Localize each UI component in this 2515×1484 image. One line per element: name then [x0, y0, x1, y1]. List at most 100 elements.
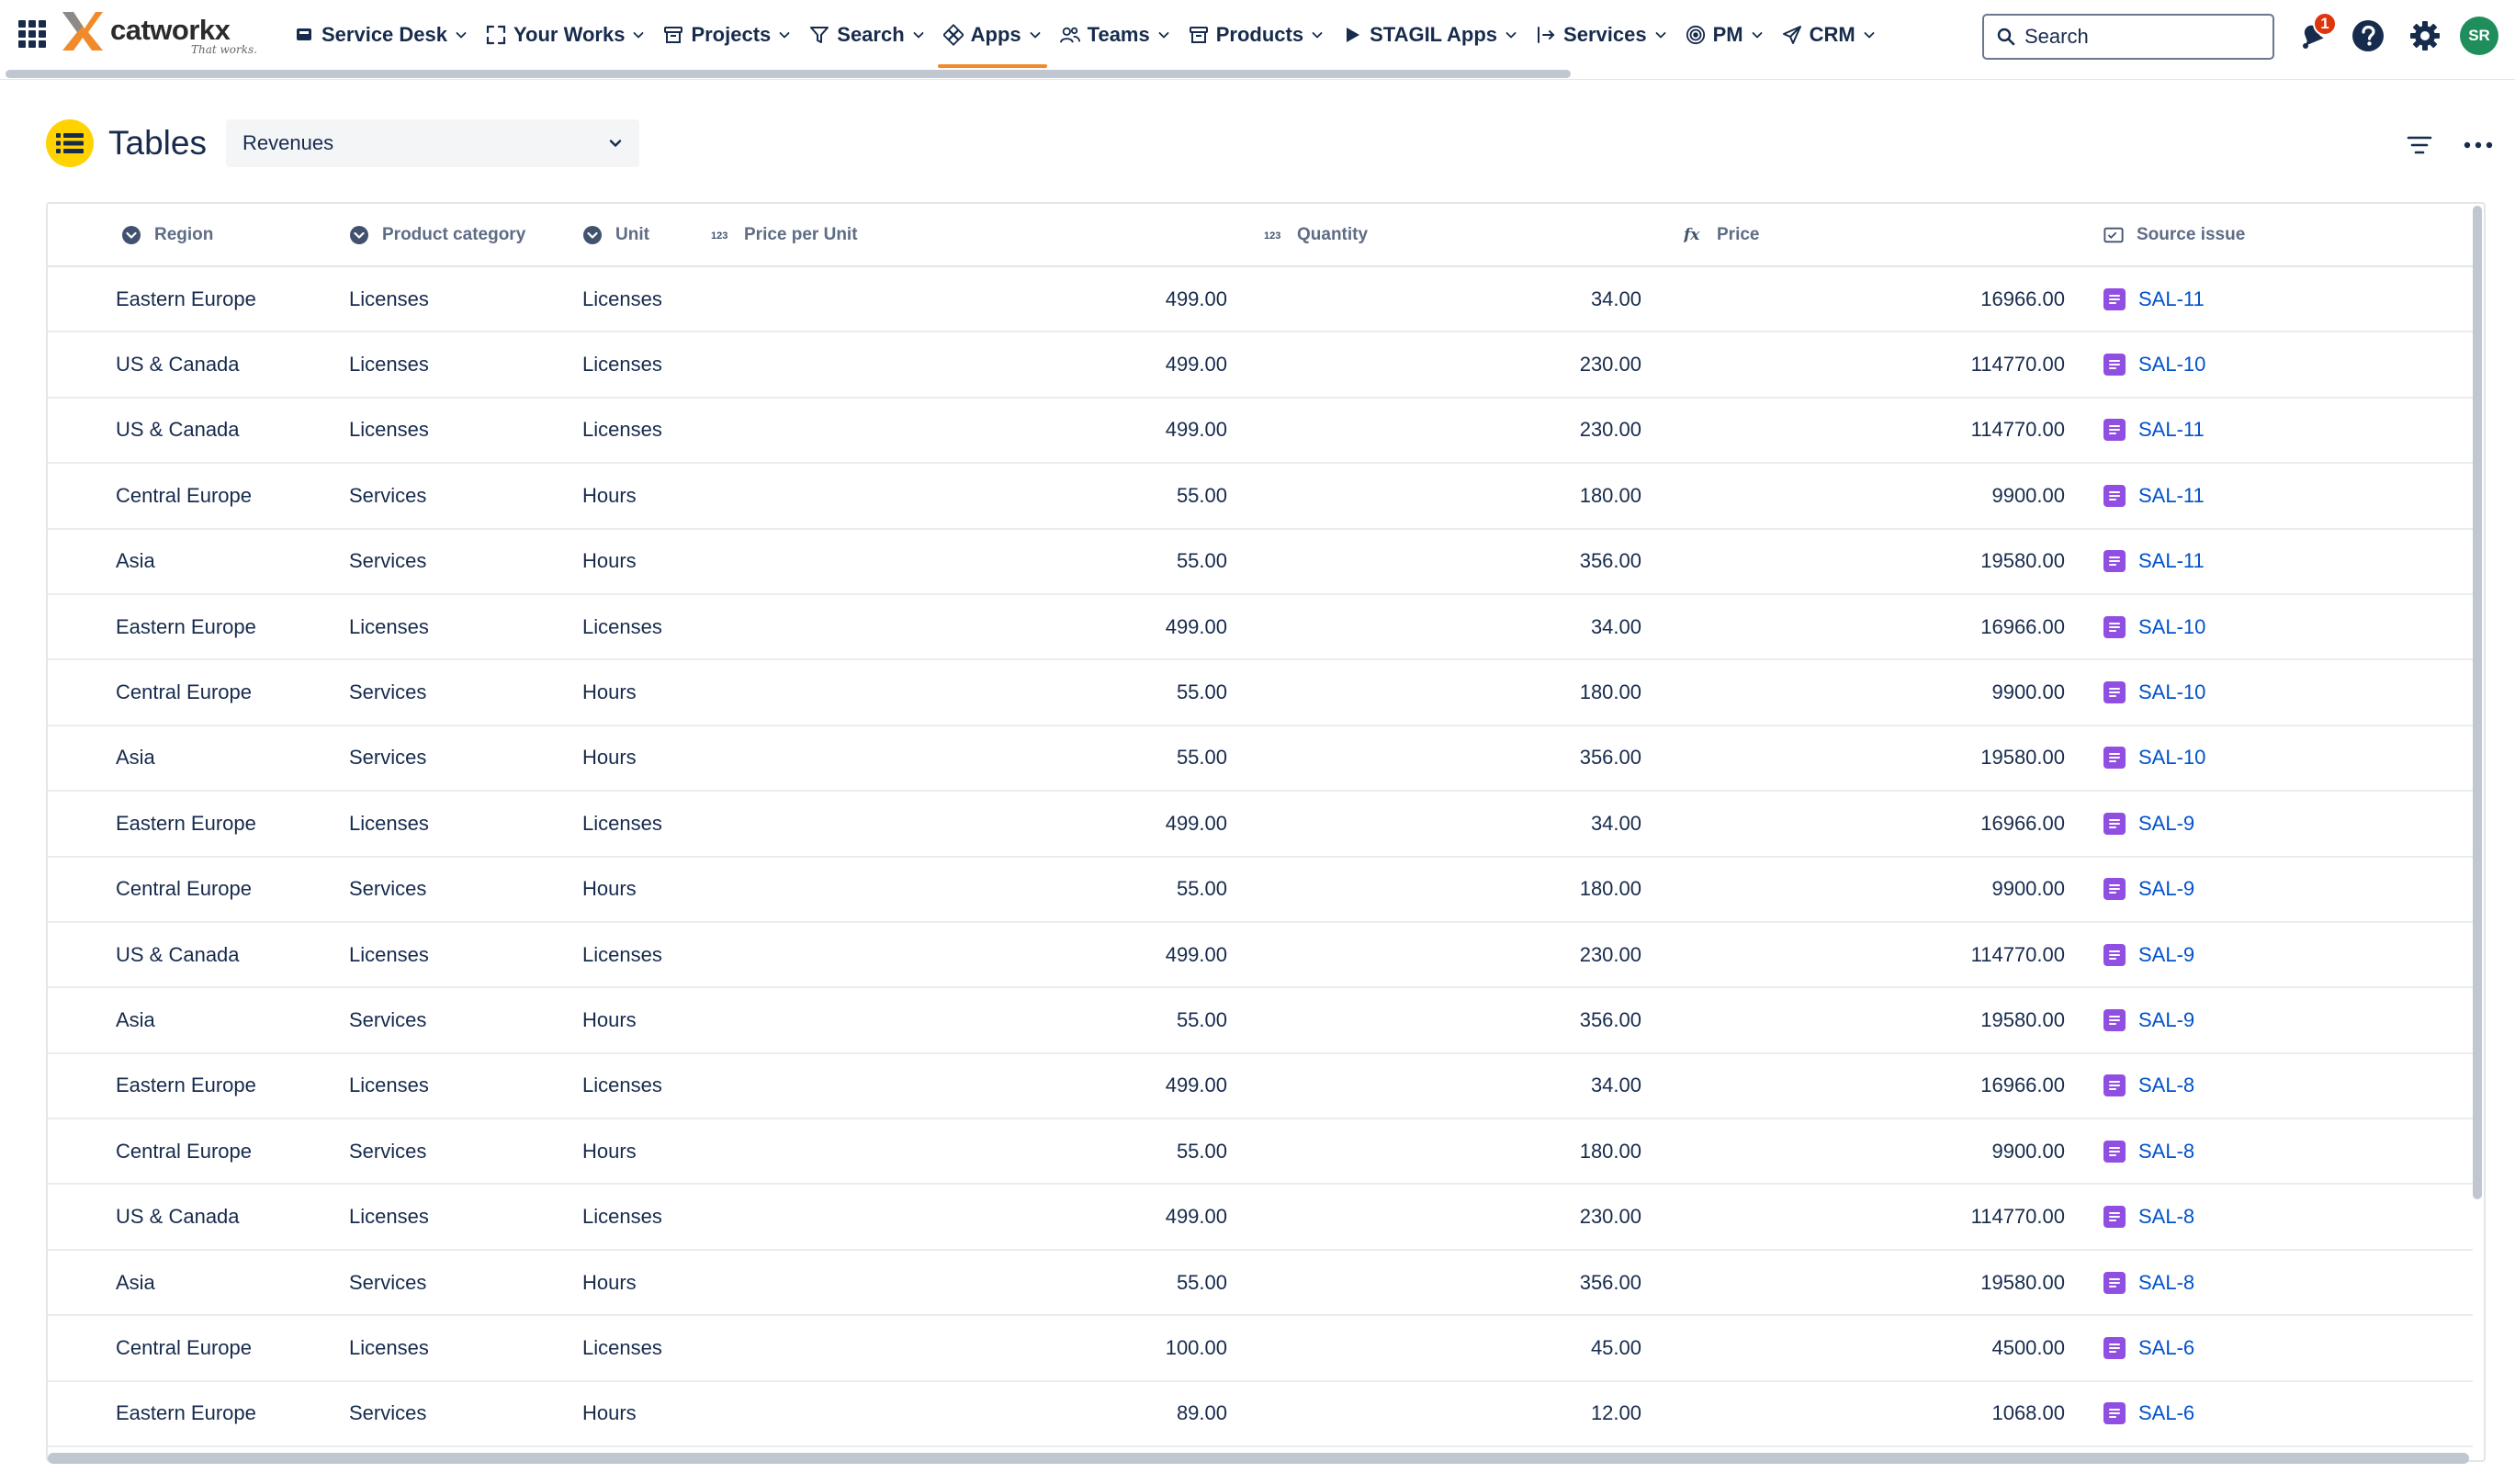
cell-source-issue[interactable]: SAL-6 — [2065, 1380, 2473, 1448]
cell-quantity[interactable]: 356.00 — [1227, 987, 1641, 1054]
cell-product-category[interactable]: Services — [349, 856, 582, 923]
cell-unit[interactable]: Licenses — [582, 791, 849, 858]
table-row[interactable]: Central Europe Services Hours 55.00 180.00 99… — [48, 659, 2473, 726]
cell-source-issue[interactable]: SAL-11 — [2065, 528, 2473, 595]
cell-product-category[interactable]: Licenses — [349, 1184, 582, 1251]
cell-unit[interactable]: Hours — [582, 1380, 849, 1448]
cell-price[interactable]: 19580.00 — [1641, 725, 2065, 793]
table-row[interactable]: US & Canada Licenses Licenses 499.00 230.00 1… — [48, 1184, 2473, 1251]
cell-unit[interactable]: Hours — [582, 987, 849, 1054]
cell-quantity[interactable]: 180.00 — [1227, 463, 1641, 530]
cell-unit[interactable]: Licenses — [582, 332, 849, 399]
cell-price-per-unit[interactable]: 55.00 — [849, 659, 1227, 726]
help-button[interactable] — [2346, 14, 2390, 58]
source-issue-link[interactable]: SAL-9 — [2138, 812, 2194, 836]
column-header-quantity[interactable]: 123 Quantity — [1227, 204, 1641, 267]
cell-unit[interactable]: Licenses — [582, 1184, 849, 1251]
table-row[interactable]: US & Canada Licenses Licenses 499.00 230.00 1… — [48, 397, 2473, 465]
nav-item-pm[interactable]: PM — [1676, 0, 1773, 70]
cell-quantity[interactable]: 356.00 — [1227, 725, 1641, 793]
cell-source-issue[interactable]: SAL-11 — [2065, 266, 2473, 333]
cell-region[interactable]: Central Europe — [48, 1119, 349, 1186]
cell-region[interactable]: US & Canada — [48, 1184, 349, 1251]
cell-product-category[interactable]: Licenses — [349, 332, 582, 399]
notifications-button[interactable]: 1 — [2289, 12, 2337, 58]
cell-source-issue[interactable]: SAL-9 — [2065, 921, 2473, 989]
cell-quantity[interactable]: 356.00 — [1227, 1249, 1641, 1317]
cell-price[interactable]: 9900.00 — [1641, 463, 2065, 530]
cell-product-category[interactable]: Services — [349, 528, 582, 595]
table-row[interactable]: Asia Services Hours 55.00 356.00 19580.00 SAL-… — [48, 725, 2473, 793]
cell-quantity[interactable]: 230.00 — [1227, 397, 1641, 465]
cell-region[interactable]: Asia — [48, 725, 349, 793]
cell-source-issue[interactable]: SAL-10 — [2065, 332, 2473, 399]
cell-region[interactable]: Central Europe — [48, 856, 349, 923]
cell-price[interactable]: 4500.00 — [1641, 1315, 2065, 1382]
cell-product-category[interactable]: Licenses — [349, 1315, 582, 1382]
source-issue-link[interactable]: SAL-10 — [2138, 353, 2205, 377]
cell-product-category[interactable]: Licenses — [349, 791, 582, 858]
cell-price-per-unit[interactable]: 499.00 — [849, 921, 1227, 989]
column-header-region[interactable]: Region — [48, 204, 349, 267]
cell-price-per-unit[interactable]: 55.00 — [849, 725, 1227, 793]
cell-quantity[interactable]: 230.00 — [1227, 332, 1641, 399]
cell-price-per-unit[interactable]: 55.00 — [849, 1249, 1227, 1317]
cell-price[interactable]: 9900.00 — [1641, 856, 2065, 923]
nav-item-your-works[interactable]: Your Works — [477, 0, 654, 70]
search-box[interactable] — [1982, 14, 2274, 60]
cell-unit[interactable]: Licenses — [582, 397, 849, 465]
nav-item-stagil-apps[interactable]: STAGIL Apps — [1333, 0, 1527, 70]
cell-unit[interactable]: Hours — [582, 725, 849, 793]
source-issue-link[interactable]: SAL-8 — [2138, 1140, 2194, 1164]
nav-item-services[interactable]: Services — [1527, 0, 1676, 70]
cell-region[interactable]: US & Canada — [48, 921, 349, 989]
filter-button[interactable] — [2399, 125, 2440, 165]
cell-quantity[interactable]: 180.00 — [1227, 1119, 1641, 1186]
cell-unit[interactable]: Licenses — [582, 1052, 849, 1120]
cell-source-issue[interactable]: SAL-10 — [2065, 725, 2473, 793]
cell-source-issue[interactable]: SAL-11 — [2065, 463, 2473, 530]
cell-price[interactable]: 16966.00 — [1641, 593, 2065, 661]
table-row[interactable]: Central Europe Services Hours 55.00 180.00 99… — [48, 463, 2473, 530]
cell-product-category[interactable]: Services — [349, 1249, 582, 1317]
cell-region[interactable]: Asia — [48, 1249, 349, 1317]
cell-quantity[interactable]: 180.00 — [1227, 856, 1641, 923]
nav-item-search[interactable]: Search — [800, 0, 933, 70]
table-row[interactable]: Asia Services Hours 55.00 356.00 19580.00 SAL-… — [48, 1249, 2473, 1317]
nav-item-crm[interactable]: CRM — [1773, 0, 1885, 70]
source-issue-link[interactable]: SAL-10 — [2138, 746, 2205, 770]
cell-price-per-unit[interactable]: 55.00 — [849, 528, 1227, 595]
cell-region[interactable]: Eastern Europe — [48, 1380, 349, 1448]
source-issue-link[interactable]: SAL-8 — [2138, 1074, 2194, 1097]
source-issue-link[interactable]: SAL-11 — [2138, 418, 2205, 442]
cell-price-per-unit[interactable]: 100.00 — [849, 1315, 1227, 1382]
source-issue-link[interactable]: SAL-6 — [2138, 1401, 2194, 1425]
cell-source-issue[interactable]: SAL-10 — [2065, 659, 2473, 726]
cell-product-category[interactable]: Services — [349, 1119, 582, 1186]
cell-unit[interactable]: Hours — [582, 1119, 849, 1186]
table-row[interactable]: Asia Services Hours 55.00 356.00 19580.00 SAL-… — [48, 528, 2473, 595]
column-header-source-issue[interactable]: Source issue — [2065, 204, 2473, 267]
table-row[interactable]: US & Canada Licenses Licenses 499.00 230.00 1… — [48, 332, 2473, 399]
horizontal-scrollbar[interactable] — [48, 1453, 2469, 1464]
cell-product-category[interactable]: Licenses — [349, 266, 582, 333]
source-issue-link[interactable]: SAL-11 — [2138, 484, 2205, 508]
table-row[interactable]: Eastern Europe Licenses Licenses 499.00 34.0… — [48, 593, 2473, 661]
cell-source-issue[interactable]: SAL-10 — [2065, 593, 2473, 661]
top-horizontal-scrollbar[interactable] — [6, 70, 1571, 78]
cell-price[interactable]: 114770.00 — [1641, 921, 2065, 989]
table-row[interactable]: Eastern Europe Licenses Licenses 499.00 34.0… — [48, 791, 2473, 858]
cell-unit[interactable]: Hours — [582, 659, 849, 726]
cell-source-issue[interactable]: SAL-8 — [2065, 1052, 2473, 1120]
cell-price-per-unit[interactable]: 55.00 — [849, 1119, 1227, 1186]
settings-button[interactable] — [2403, 14, 2447, 58]
cell-region[interactable]: Eastern Europe — [48, 593, 349, 661]
cell-quantity[interactable]: 12.00 — [1227, 1380, 1641, 1448]
cell-quantity[interactable]: 45.00 — [1227, 1315, 1641, 1382]
cell-product-category[interactable]: Licenses — [349, 921, 582, 989]
cell-price-per-unit[interactable]: 499.00 — [849, 1052, 1227, 1120]
cell-product-category[interactable]: Licenses — [349, 1052, 582, 1120]
search-input[interactable] — [2024, 25, 2263, 49]
source-issue-link[interactable]: SAL-11 — [2138, 287, 2205, 311]
cell-price-per-unit[interactable]: 55.00 — [849, 463, 1227, 530]
